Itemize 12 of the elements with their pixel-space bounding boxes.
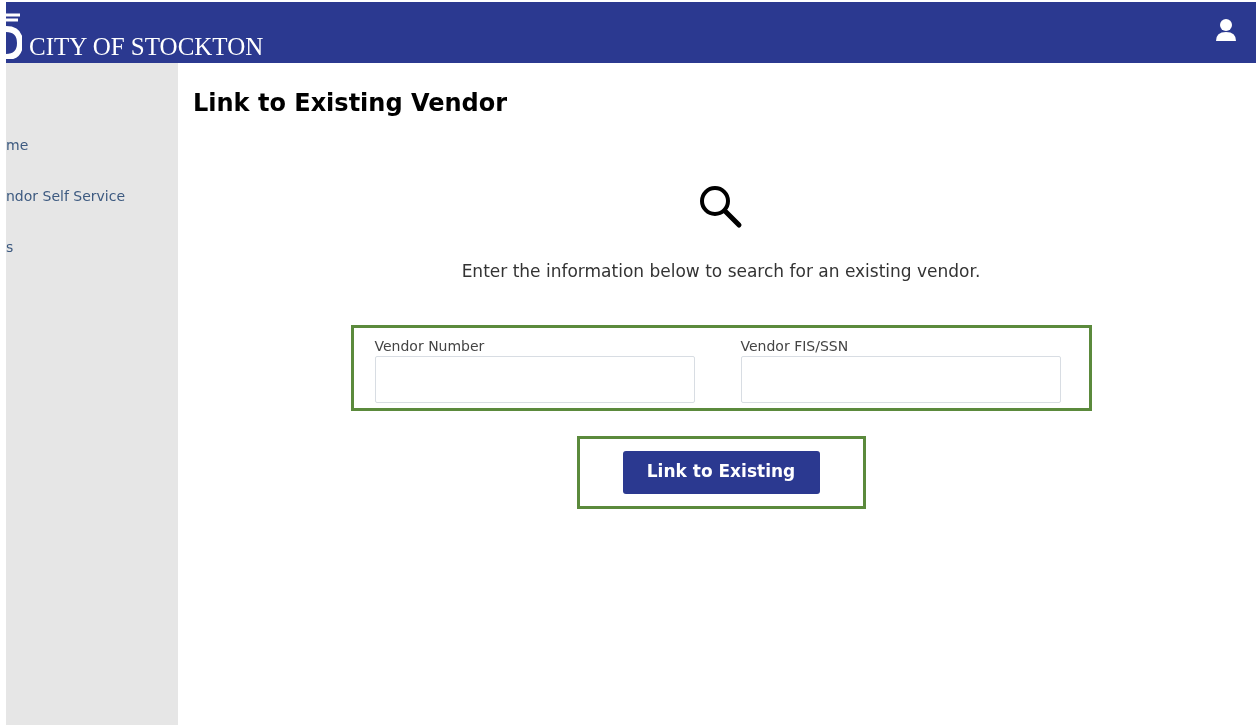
page-title: Link to Existing Vendor — [193, 88, 509, 119]
field-label: Vendor Number — [374, 337, 486, 355]
sidebar-link[interactable]: me — [6, 135, 29, 156]
brand-name: CITY OF STOCKTON — [29, 34, 264, 59]
user-icon[interactable] — [1214, 18, 1238, 42]
input-field[interactable] — [374, 355, 695, 403]
instructions-text: Enter the information below to search for an existing vendor. — [460, 260, 982, 283]
field-label: Vendor FIS/SSN — [740, 337, 850, 355]
sidebar-link[interactable]: s — [6, 237, 14, 258]
input-field[interactable] — [740, 355, 1061, 403]
sidebar-link[interactable]: ndor Self Service — [6, 186, 126, 207]
link-to-existing-button[interactable]: Link to Existing — [622, 450, 820, 494]
